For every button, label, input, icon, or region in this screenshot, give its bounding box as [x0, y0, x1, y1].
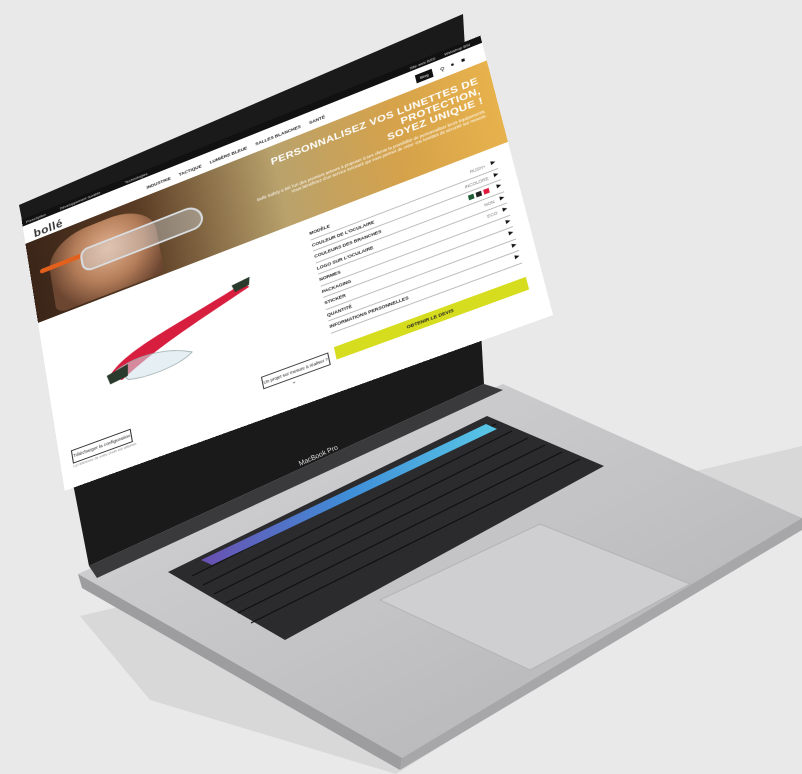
nav-item-sante[interactable]: SANTÉ [309, 114, 326, 125]
blog-button[interactable]: Blog [414, 68, 434, 84]
chevron-down-icon[interactable]: ⌄ [291, 378, 297, 386]
color-swatch-green[interactable] [467, 193, 475, 201]
chevron-right-icon: ▶ [508, 229, 514, 237]
cart-icon[interactable]: ■ [461, 58, 466, 65]
product-mockup-scene: MacBook Pro Prescription Développement d… [0, 0, 802, 774]
chevron-right-icon: ▶ [496, 182, 502, 190]
user-icon[interactable]: ● [450, 62, 455, 69]
search-icon[interactable]: ⚲ [439, 66, 446, 74]
chevron-right-icon: ▶ [502, 205, 508, 213]
chevron-right-icon: ▶ [511, 241, 517, 249]
color-swatch-red[interactable] [483, 187, 490, 195]
chevron-right-icon: ▶ [514, 253, 521, 261]
chevron-right-icon: ▶ [499, 194, 505, 202]
chevron-right-icon: ▶ [493, 170, 499, 178]
chevron-right-icon: ▶ [490, 159, 496, 167]
color-swatch-black[interactable] [475, 190, 483, 198]
chevron-right-icon: ▶ [505, 217, 511, 225]
